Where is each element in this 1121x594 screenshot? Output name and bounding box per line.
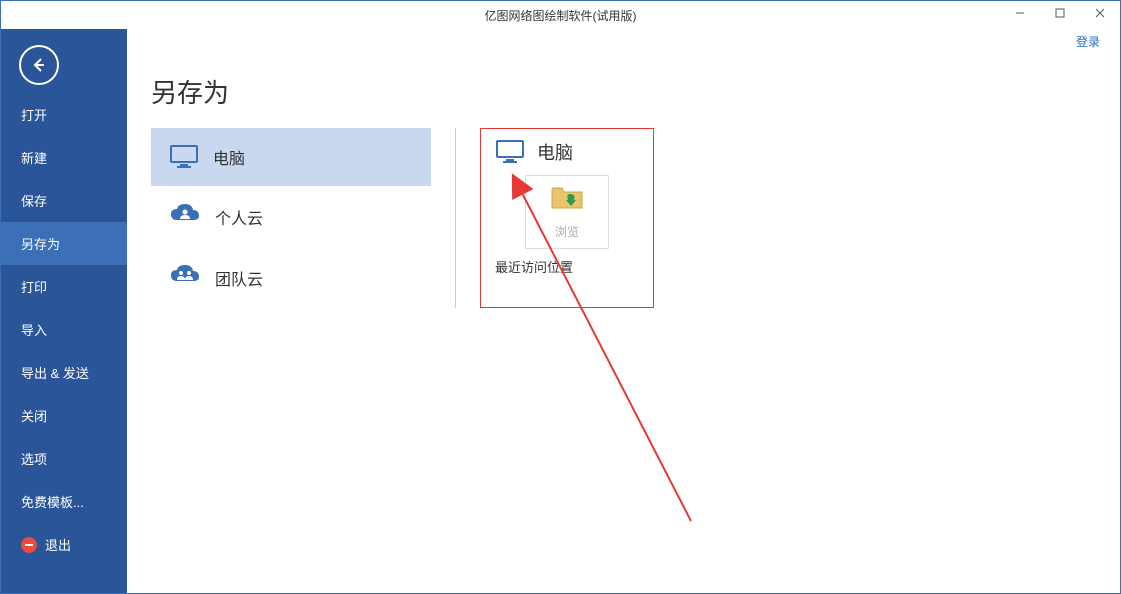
sidebar-item-label: 选项	[21, 449, 47, 468]
page-title: 另存为	[151, 73, 1096, 110]
cloud-team-icon	[169, 263, 201, 292]
location-label: 个人云	[215, 205, 263, 229]
sidebar-item-label: 导出 & 发送	[21, 363, 89, 382]
sidebar-item-label: 打开	[21, 105, 47, 124]
sidebar-item-close[interactable]: 关闭	[1, 394, 127, 437]
titlebar: 亿图网络图绘制软件(试用版)	[1, 1, 1120, 29]
close-button[interactable]	[1080, 1, 1120, 25]
monitor-icon	[495, 139, 525, 165]
sidebar-item-label: 退出	[45, 535, 71, 554]
location-list: 电脑 个人云 团队云	[151, 128, 431, 308]
sidebar-item-label: 免费模板...	[21, 492, 84, 511]
sidebar-item-export[interactable]: 导出 & 发送	[1, 351, 127, 394]
browse-label: 浏览	[555, 223, 579, 240]
arrow-left-icon	[30, 56, 48, 74]
login-link[interactable]: 登录	[1076, 33, 1100, 50]
folder-icon	[550, 184, 584, 217]
sidebar-item-import[interactable]: 导入	[1, 308, 127, 351]
sidebar-item-print[interactable]: 打印	[1, 265, 127, 308]
recent-locations-label: 最近访问位置	[495, 257, 639, 276]
sidebar-item-open[interactable]: 打开	[1, 93, 127, 136]
maximize-button[interactable]	[1040, 1, 1080, 25]
exit-icon	[21, 537, 37, 553]
location-label: 电脑	[213, 145, 245, 169]
cloud-user-icon	[169, 202, 201, 231]
sidebar-item-label: 新建	[21, 148, 47, 167]
sidebar-item-exit[interactable]: 退出	[1, 523, 127, 566]
sidebar-item-label: 打印	[21, 277, 47, 296]
minimize-button[interactable]	[1000, 1, 1040, 25]
detail-title: 电脑	[537, 139, 573, 165]
sidebar-item-options[interactable]: 选项	[1, 437, 127, 480]
detail-panel: 电脑 浏览 最近访问位置	[480, 128, 654, 308]
browse-button[interactable]: 浏览	[525, 175, 609, 249]
location-personal-cloud[interactable]: 个人云	[151, 186, 431, 247]
vertical-divider	[455, 128, 456, 308]
sidebar: 打开 新建 保存 另存为 打印 导入 导出 & 发送 关闭 选项 免费模板...…	[1, 29, 127, 593]
sidebar-item-new[interactable]: 新建	[1, 136, 127, 179]
location-computer[interactable]: 电脑	[151, 128, 431, 186]
sidebar-item-label: 另存为	[21, 234, 60, 253]
sidebar-item-save[interactable]: 保存	[1, 179, 127, 222]
location-team-cloud[interactable]: 团队云	[151, 247, 431, 308]
sidebar-item-label: 保存	[21, 191, 47, 210]
monitor-icon	[169, 144, 199, 170]
sidebar-item-label: 关闭	[21, 406, 47, 425]
back-button[interactable]	[19, 45, 59, 85]
sidebar-item-templates[interactable]: 免费模板...	[1, 480, 127, 523]
window-title: 亿图网络图绘制软件(试用版)	[485, 7, 637, 24]
sidebar-item-label: 导入	[21, 320, 47, 339]
location-label: 团队云	[215, 266, 263, 290]
sidebar-item-saveas[interactable]: 另存为	[1, 222, 127, 265]
